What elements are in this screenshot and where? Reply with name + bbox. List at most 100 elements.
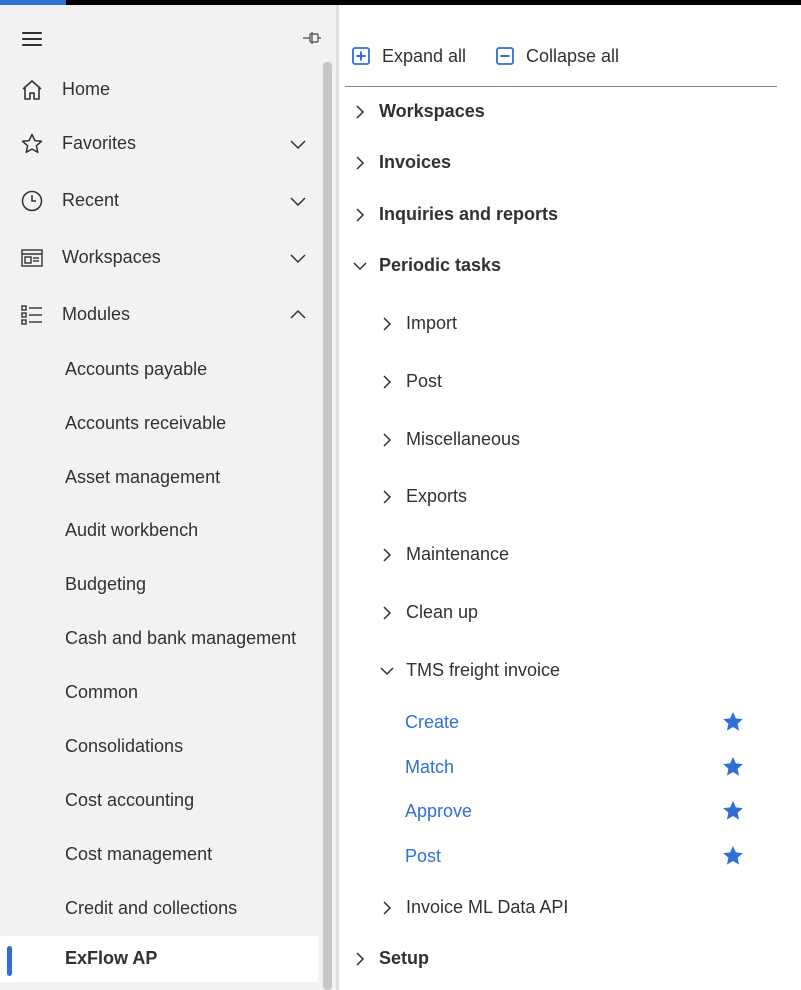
expand-all-label: Expand all [382,45,467,66]
module-item[interactable]: Accounts payable [0,347,318,393]
nav-item-label: Recent [62,190,120,210]
module-label: Accounts payable [65,359,208,379]
module-item[interactable]: Asset management [0,455,318,501]
tree-subgroup-label: Clean up [406,602,479,622]
chevron-down-icon[interactable] [288,248,308,268]
favorite-star-icon[interactable] [721,710,745,734]
tree-subgroup-exports[interactable]: Exports [372,477,762,517]
nav-item-label: Home [62,79,111,99]
clock-icon [20,189,44,213]
menu-link-approve[interactable]: Approve [405,801,472,822]
tree-group-label: Workspaces [379,101,485,121]
favorite-star-icon[interactable] [721,755,745,779]
tree-subgroup-tms-freight-invoice[interactable]: TMS freight invoice [372,651,762,691]
tree-subgroup-import[interactable]: Import [372,304,762,344]
tree-group-label: Inquiries and reports [379,204,559,224]
modules-list-icon [20,303,44,327]
star-outline-icon [20,132,44,156]
module-item[interactable]: Cash and bank management [0,616,318,662]
favorite-star-icon[interactable] [721,799,745,823]
chevron-right-icon [378,315,396,333]
module-label: Asset management [65,467,221,487]
tree-subgroup-label: Exports [406,486,468,506]
hamburger-icon[interactable] [20,30,44,48]
chevron-right-icon [378,431,396,449]
nav-item-favorites[interactable]: Favorites [0,119,320,169]
module-item[interactable]: Consolidations [0,724,318,770]
tree-subgroup-label: TMS freight invoice [406,660,561,680]
tree-subgroup-label: Maintenance [406,544,510,564]
tree-subgroup-invoice-ml-data-api[interactable]: Invoice ML Data API [372,888,762,928]
module-item[interactable]: Audit workbench [0,508,318,554]
chevron-right-icon [378,488,396,506]
tree-group-setup[interactable]: Setup [345,939,765,979]
tree-group-periodic-tasks[interactable]: Periodic tasks [345,246,765,286]
collapse-all-button[interactable]: Collapse all [496,42,619,70]
module-item[interactable]: Accounts receivable [0,401,318,447]
tree-group-invoices[interactable]: Invoices [345,143,765,183]
nav-item-label: Workspaces [62,247,161,267]
pane-divider [336,5,339,990]
module-label: Accounts receivable [65,413,227,433]
nav-item-modules[interactable]: Modules [0,290,320,340]
module-label: Consolidations [65,736,184,756]
nav-item-label: Favorites [62,133,137,153]
module-item[interactable]: Budgeting [0,562,318,608]
module-item[interactable]: Cost accounting [0,778,318,824]
tree-subgroup-label: Miscellaneous [406,429,521,449]
tree-subgroup-label: Import [406,313,458,333]
nav-item-home[interactable]: Home [0,65,320,115]
chevron-right-icon [351,950,369,968]
chevron-right-icon [351,154,369,172]
expand-all-button[interactable]: Expand all [352,42,466,70]
tree-subgroup-label: Invoice ML Data API [406,897,569,917]
menu-link-row: Post [405,839,765,875]
menu-link-create[interactable]: Create [405,712,459,733]
chevron-up-icon[interactable] [288,305,308,325]
pin-icon[interactable] [300,27,324,49]
chevron-right-icon [378,899,396,917]
module-item[interactable]: Credit and collections [0,886,318,932]
expand-all-icon [352,47,370,65]
nav-item-label: Modules [62,304,131,324]
module-label: Cash and bank management [65,628,297,648]
chevron-down-icon[interactable] [288,191,308,211]
toolbar-divider [345,86,777,87]
chevron-right-icon [351,103,369,121]
nav-scrollbar[interactable] [323,62,332,990]
menu-link-row: Approve [405,794,765,830]
tree-group-label: Invoices [379,152,452,172]
module-label: Cost accounting [65,790,195,810]
workspace-icon [20,246,44,270]
module-item[interactable]: Cost management [0,832,318,878]
home-icon [20,78,44,102]
module-item-selected[interactable]: ExFlow AP [0,936,318,982]
nav-item-recent[interactable]: Recent [0,176,320,226]
tree-group-label: Periodic tasks [379,255,502,275]
tree-subgroup-post[interactable]: Post [372,362,762,402]
tree-group-inquiries-and-reports[interactable]: Inquiries and reports [345,195,765,235]
tree-subgroup-clean-up[interactable]: Clean up [372,593,762,633]
nav-item-workspaces[interactable]: Workspaces [0,233,320,283]
tree-subgroup-maintenance[interactable]: Maintenance [372,535,762,575]
tree-group-workspaces[interactable]: Workspaces [345,92,765,132]
chevron-down-icon [351,257,369,275]
module-item[interactable]: Common [0,670,318,716]
navigation-pane: Home Favorites Recent Workspaces Modules… [0,5,336,990]
chevron-down-icon[interactable] [288,134,308,154]
tree-subgroup-miscellaneous[interactable]: Miscellaneous [372,420,762,460]
menu-link-match[interactable]: Match [405,757,454,778]
module-label: Budgeting [65,574,147,594]
module-label: Common [65,682,139,702]
module-label: Cost management [65,844,213,864]
tree-group-label: Setup [379,948,430,968]
tree-subgroup-label: Post [406,371,443,391]
selection-indicator [7,946,12,976]
module-label: Audit workbench [65,520,199,540]
favorite-star-icon[interactable] [721,844,745,868]
chevron-right-icon [378,373,396,391]
chevron-right-icon [378,546,396,564]
collapse-all-label: Collapse all [526,45,620,66]
menu-link-post[interactable]: Post [405,846,441,867]
chevron-right-icon [351,206,369,224]
